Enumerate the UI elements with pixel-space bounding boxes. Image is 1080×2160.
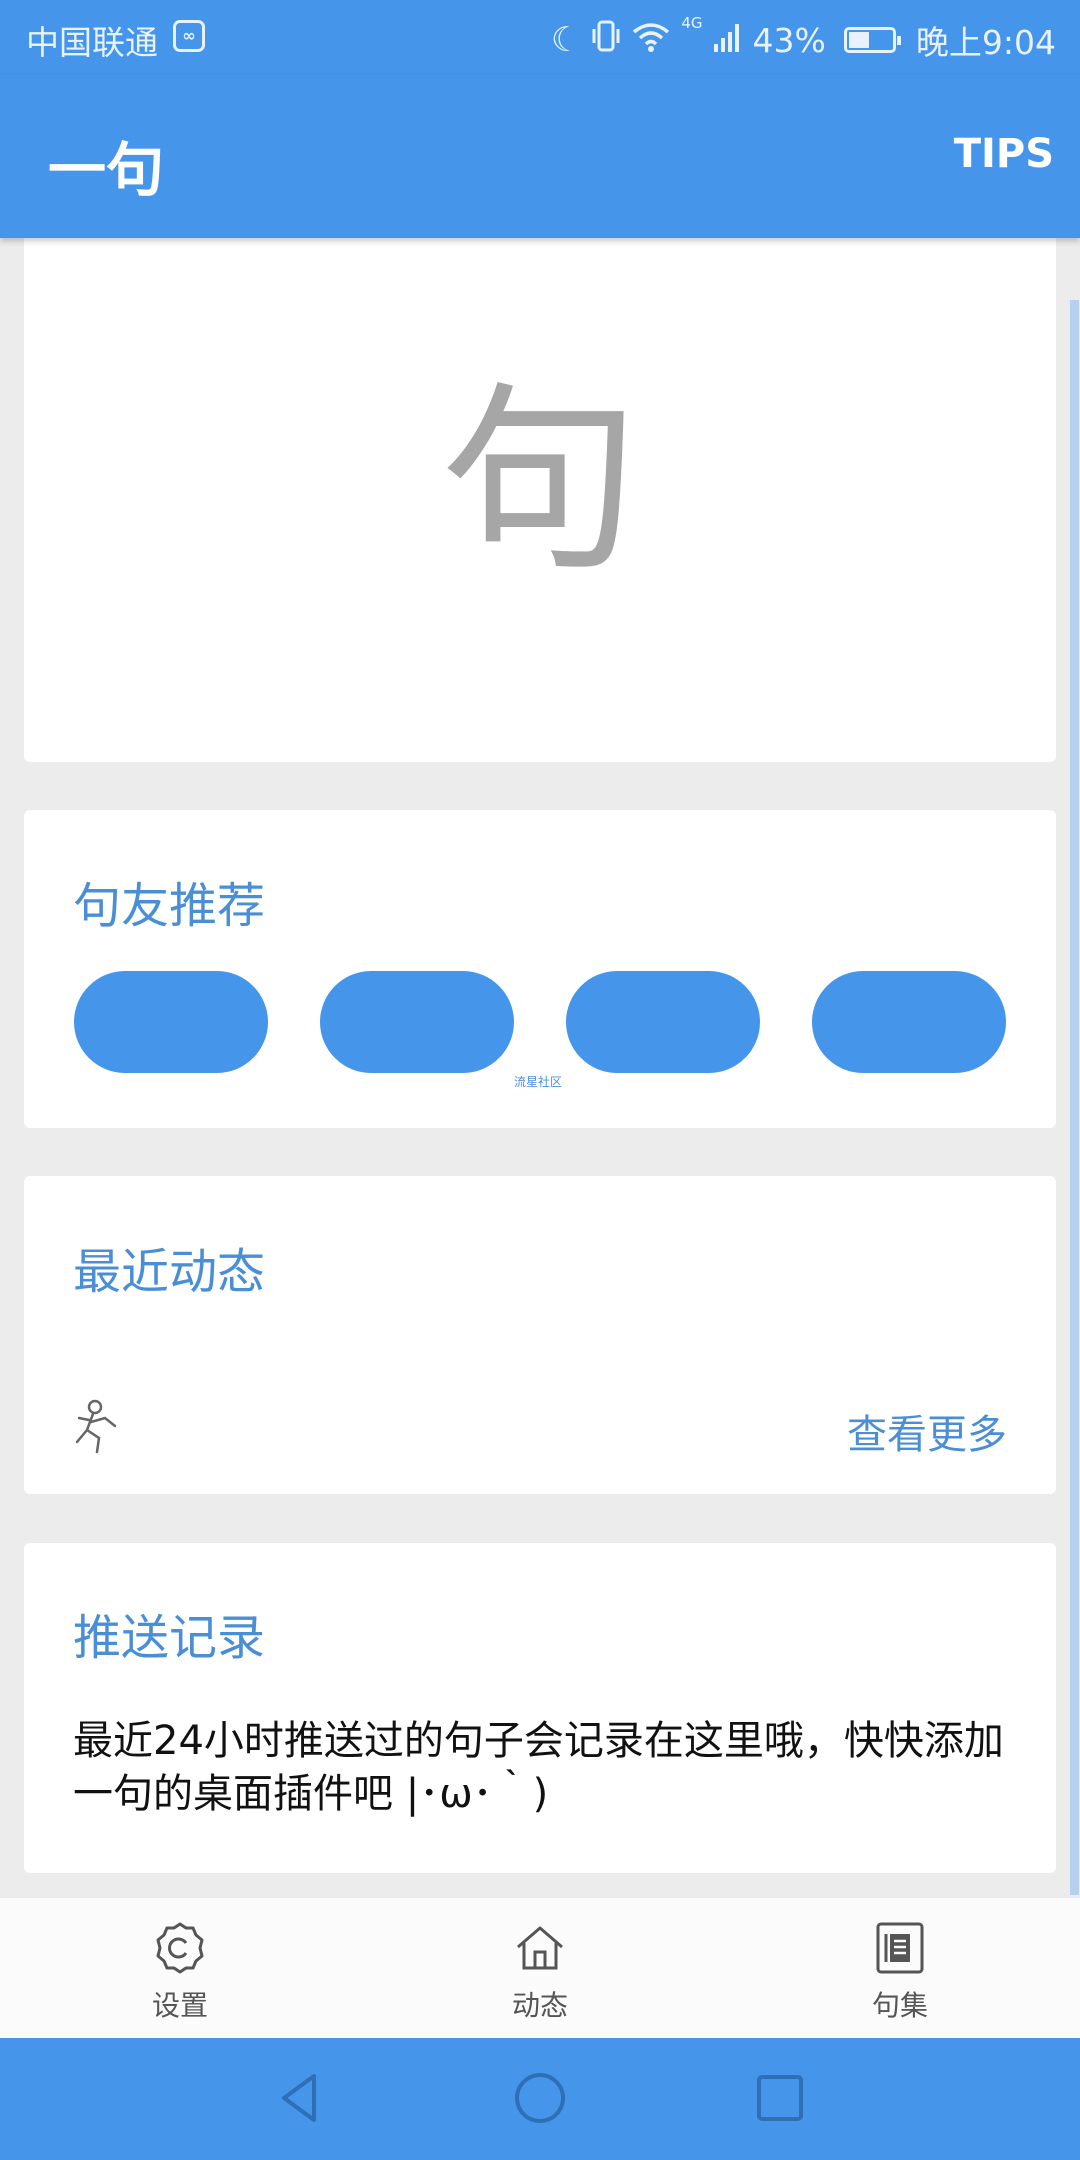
bottom-nav: 设置 动态 句集 [0,1898,1080,2038]
nav-activity[interactable]: 动态 [440,1898,640,2038]
home-circle-icon[interactable] [510,2068,570,2128]
status-icons: ☾ 4G 43% 晚上9:04 [550,14,1056,64]
push-records-hint: 最近24小时推送过的句子会记录在这里哦，快快添加一句的桌面插件吧 |･ω･｀) [73,1718,1004,1817]
recent-activity-card: 最近动态 查看更多 [24,1176,1056,1494]
app-bar: 一句 TIPS [0,75,1080,238]
runner-icon [71,1398,121,1458]
vibrate-icon [591,19,621,61]
app-title: 一句 [48,136,165,204]
see-more-link[interactable]: 查看更多 [847,1402,1007,1460]
sentence-card[interactable]: 句 [24,238,1056,762]
battery-icon [843,27,901,53]
push-records-card: 推送记录 最近24小时推送过的句子会记录在这里哦，快快添加一句的桌面插件吧 |･… [24,1543,1056,1873]
sentence-placeholder-glyph: 句 [439,365,640,598]
carrier-name: 中国联通 [26,23,158,62]
wifi-icon [631,20,671,60]
notebook-icon [872,1920,928,1976]
moon-icon: ☾ [550,20,582,60]
settings-icon [152,1920,208,1976]
friends-recommend-title: 句友推荐 [73,878,266,934]
nav-collection[interactable]: 句集 [800,1898,1000,2038]
scrollbar[interactable] [1070,300,1079,1895]
carrier-badge-icon: ∞ [173,20,205,52]
battery-percent: 43% [752,20,826,60]
nav-activity-label: 动态 [511,1989,568,2022]
home-icon [512,1920,568,1976]
signal-icon [713,20,743,60]
system-nav-bar [0,2038,1080,2160]
friend-avatar-1[interactable] [74,971,268,1073]
nav-settings-label: 设置 [151,1989,208,2022]
friend-avatar-4[interactable] [812,971,1006,1073]
clock: 晚上9:04 [915,23,1056,62]
friend-avatar-3[interactable] [566,971,760,1073]
watermark-text: 流星社区 [514,1075,563,1089]
recent-activity-title: 最近动态 [73,1244,266,1300]
nav-settings[interactable]: 设置 [80,1898,280,2038]
network-type-label: 4G [681,14,703,32]
status-bar: 中国联通 ∞ ☾ 4G 43% 晚上9:04 [0,0,1080,75]
tips-button[interactable]: TIPS [954,131,1054,177]
nav-collection-label: 句集 [871,1989,928,2022]
back-icon[interactable] [270,2068,330,2128]
recents-icon[interactable] [750,2068,810,2128]
friend-avatar-2[interactable] [320,971,514,1073]
push-records-title: 推送记录 [73,1610,266,1666]
friends-recommend-card: 句友推荐 流星社区 [24,810,1056,1128]
